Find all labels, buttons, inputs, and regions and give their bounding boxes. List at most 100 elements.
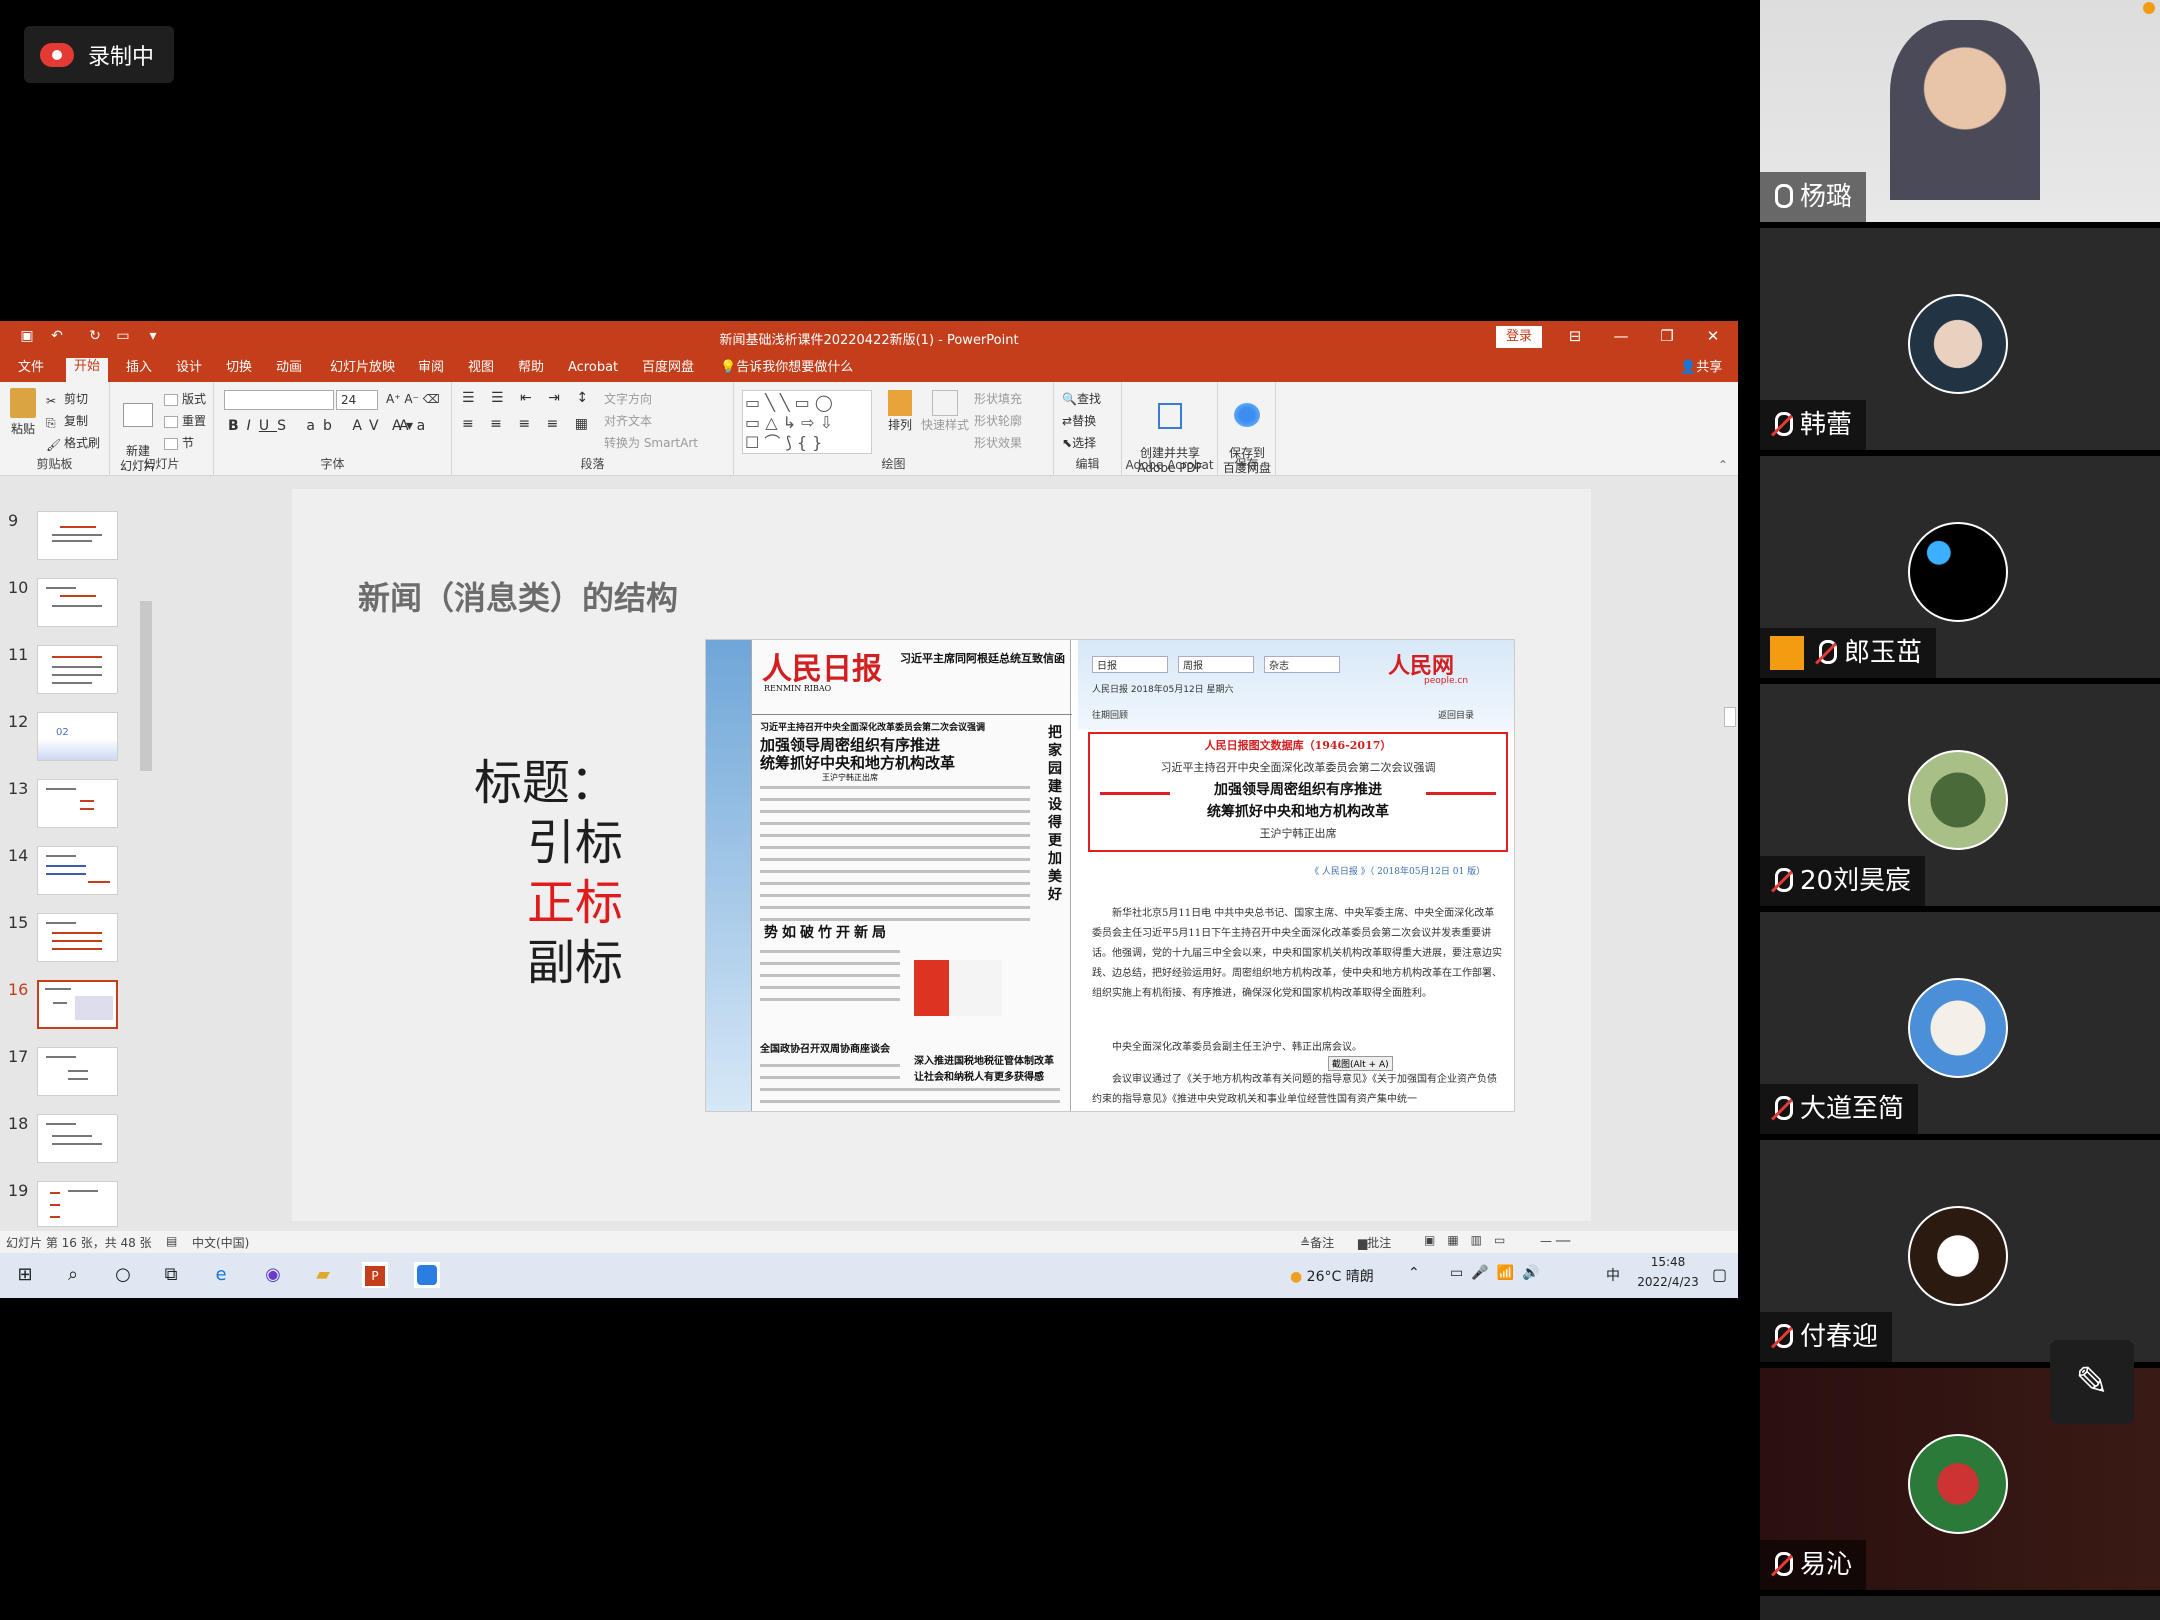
font-color-icon[interactable]: A ▾ bbox=[392, 418, 413, 434]
select-magazine[interactable]: 杂志 bbox=[1264, 656, 1340, 673]
slide-scroll-thumb[interactable] bbox=[1724, 707, 1736, 727]
tab-insert[interactable]: 插入 bbox=[118, 359, 160, 381]
slide-thumbnail[interactable] bbox=[37, 1181, 118, 1227]
language-indicator[interactable]: 中文(中国) bbox=[192, 1234, 249, 1251]
text-direction-button[interactable]: 文字方向 bbox=[604, 390, 652, 407]
minimize-icon[interactable]: — bbox=[1606, 327, 1636, 347]
slide-scrollbar[interactable] bbox=[1722, 477, 1738, 1231]
participant-tile[interactable]: 韩蕾 bbox=[1760, 228, 2160, 450]
slide-thumbnail[interactable] bbox=[37, 913, 118, 962]
notification-icon[interactable]: ▢ bbox=[1712, 1265, 1727, 1284]
newspaper-screenshot-image[interactable]: 人民日报 RENMIN RIBAO 习近平主席同阿根廷总统互致信函 习近平主持召… bbox=[705, 639, 1515, 1112]
arrange-button[interactable]: 排列 bbox=[882, 390, 918, 433]
annotate-edit-button[interactable]: ✎ bbox=[2050, 1340, 2134, 1424]
tab-slideshow[interactable]: 幻灯片放映 bbox=[322, 359, 403, 381]
ribbon-display-icon[interactable]: ⊟ bbox=[1560, 327, 1590, 347]
powerpoint-taskbar-icon[interactable]: P bbox=[362, 1262, 388, 1288]
slide-thumbnail[interactable] bbox=[37, 1047, 118, 1096]
notes-button[interactable]: ≜备注 bbox=[1300, 1234, 1334, 1251]
tab-baidu[interactable]: 百度网盘 bbox=[634, 359, 702, 381]
format-painter-button[interactable]: 🖌 格式刷 bbox=[46, 434, 100, 452]
slide-thumbnail-selected[interactable] bbox=[37, 980, 118, 1029]
meeting-taskbar-icon[interactable] bbox=[414, 1262, 440, 1288]
slide-thumbnail[interactable] bbox=[37, 578, 118, 627]
clock-time[interactable]: 15:48 bbox=[1638, 1255, 1698, 1269]
grow-font-icon[interactable]: A⁺ A⁻ ⌫ bbox=[386, 392, 440, 406]
weather-widget[interactable]: ● 26°C 晴朗 bbox=[1290, 1266, 1374, 1286]
slide-thumbnail[interactable] bbox=[37, 511, 118, 560]
participant-tile[interactable]: 郎玉茁 bbox=[1760, 456, 2160, 678]
login-button[interactable]: 登录 bbox=[1496, 326, 1542, 348]
share-button[interactable]: 👤共享 bbox=[1672, 359, 1730, 381]
select-weekly[interactable]: 周报 bbox=[1178, 656, 1254, 673]
search-icon[interactable]: ⌕ bbox=[60, 1262, 86, 1288]
thumbnail-scroll-thumb[interactable] bbox=[140, 601, 152, 771]
search-icon: 🔍 bbox=[1062, 392, 1077, 406]
paper-side-headline: 把家园建设得更加美好 bbox=[1048, 725, 1062, 903]
tab-view[interactable]: 视图 bbox=[460, 359, 502, 381]
close-icon[interactable]: ✕ bbox=[1698, 327, 1728, 347]
cortana-icon[interactable]: ○ bbox=[110, 1262, 136, 1288]
web-past-issues[interactable]: 往期回顾 bbox=[1092, 708, 1128, 721]
find-button[interactable]: 🔍查找 bbox=[1062, 390, 1101, 407]
clock-date[interactable]: 2022/4/23 bbox=[1630, 1275, 1706, 1289]
smartart-button[interactable]: 转换为 SmartArt bbox=[604, 434, 698, 451]
view-buttons[interactable]: ▣▦▥▭ bbox=[1424, 1233, 1517, 1247]
select-button[interactable]: ⬉选择 bbox=[1062, 434, 1096, 451]
font-family-input[interactable] bbox=[224, 390, 334, 410]
tab-review[interactable]: 审阅 bbox=[410, 359, 452, 381]
tab-home[interactable]: 开始 bbox=[66, 358, 109, 382]
spellcheck-icon[interactable]: ▤ bbox=[166, 1234, 177, 1248]
replace-button[interactable]: ⇄替换 bbox=[1062, 412, 1096, 429]
app-icon[interactable]: ◉ bbox=[260, 1262, 286, 1288]
reset-button[interactable]: 重置 bbox=[164, 412, 206, 429]
tab-animations[interactable]: 动画 bbox=[268, 359, 310, 381]
tab-design[interactable]: 设计 bbox=[168, 359, 210, 381]
list-buttons[interactable]: ☰ ☰ ⇤ ⇥ ↕ bbox=[462, 390, 594, 406]
ime-indicator[interactable]: 中 bbox=[1606, 1265, 1620, 1285]
align-text-button[interactable]: 对齐文本 bbox=[604, 412, 652, 429]
shape-fill-button[interactable]: 形状填充 bbox=[974, 390, 1022, 407]
copy-button[interactable]: ⎘ 复制 bbox=[46, 412, 88, 430]
tray-icons[interactable]: ▭🎤📶🔊 bbox=[1450, 1265, 1548, 1281]
tab-acrobat[interactable]: Acrobat bbox=[560, 359, 626, 381]
maximize-icon[interactable]: ❐ bbox=[1652, 327, 1682, 347]
font-group-label: 字体 bbox=[320, 457, 345, 471]
slide-thumbnail[interactable]: 02 bbox=[37, 712, 118, 761]
zoom-slider[interactable]: — ── bbox=[1540, 1234, 1570, 1248]
edge-icon[interactable]: e bbox=[208, 1262, 234, 1288]
participant-tile[interactable]: 大道至简 bbox=[1760, 912, 2160, 1134]
quick-styles-button[interactable]: 快速样式 bbox=[920, 390, 970, 433]
select-daily[interactable]: 日报 bbox=[1092, 656, 1168, 673]
tab-help[interactable]: 帮助 bbox=[510, 359, 552, 381]
task-view-icon[interactable]: ⧉ bbox=[158, 1262, 184, 1288]
shapes-gallery[interactable]: ▭ ╲ ╲ ▭ ◯ ▭ △ ↳ ⇨ ⇩ ☐ ⌒ ⟆ { } bbox=[742, 390, 872, 454]
shape-effects-button[interactable]: 形状效果 bbox=[974, 434, 1022, 451]
participant-tile[interactable]: 20刘昊宸 bbox=[1760, 684, 2160, 906]
slide-thumbnail[interactable] bbox=[37, 1114, 118, 1163]
web-back-link[interactable]: 返回目录 bbox=[1438, 708, 1474, 721]
shape-outline-button[interactable]: 形状轮廓 bbox=[974, 412, 1022, 429]
paste-button[interactable]: 粘贴 bbox=[8, 388, 38, 437]
collapse-ribbon-icon[interactable]: ⌃ bbox=[1718, 458, 1728, 472]
cut-button[interactable]: ✂ 剪切 bbox=[46, 390, 88, 408]
file-explorer-icon[interactable]: ▰ bbox=[310, 1262, 336, 1288]
chevron-up-icon[interactable]: ⌃ bbox=[1408, 1265, 1420, 1281]
thumbnail-scrollbar[interactable] bbox=[139, 477, 153, 1231]
slide-thumbnail[interactable] bbox=[37, 779, 118, 828]
section-button[interactable]: 节 bbox=[164, 434, 194, 451]
participant-tile[interactable]: 付春迎 bbox=[1760, 1140, 2160, 1362]
font-size-input[interactable]: 24 bbox=[336, 390, 378, 410]
tell-me-box[interactable]: 💡告诉我你想要做什么 bbox=[712, 359, 861, 381]
comments-button[interactable]: ▆批注 bbox=[1358, 1234, 1391, 1251]
participant-tile[interactable]: 杨璐 bbox=[1760, 0, 2160, 222]
recording-badge[interactable]: 录制中 bbox=[24, 26, 174, 83]
align-buttons[interactable]: ≡ ≡ ≡ ≡ ▦ bbox=[462, 416, 594, 432]
tab-transitions[interactable]: 切换 bbox=[218, 359, 260, 381]
tab-file[interactable]: 文件 bbox=[10, 359, 52, 381]
section-label: 节 bbox=[182, 436, 195, 450]
layout-button[interactable]: 版式 bbox=[164, 390, 206, 407]
slide-thumbnail[interactable] bbox=[37, 645, 118, 694]
slide-thumbnail[interactable] bbox=[37, 846, 118, 895]
windows-start-icon[interactable]: ⊞ bbox=[12, 1262, 38, 1288]
